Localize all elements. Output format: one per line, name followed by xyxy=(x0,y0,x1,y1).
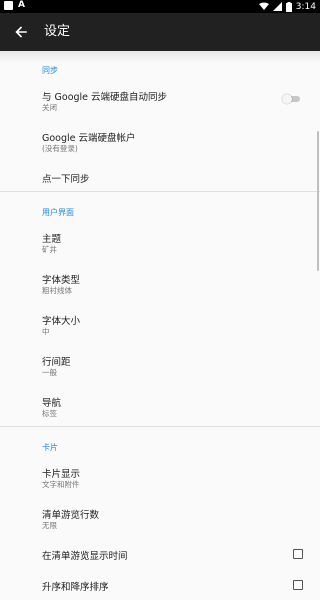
arrow-left-icon xyxy=(15,26,27,38)
sort-order-title: 升序和降序排序 xyxy=(42,582,109,593)
theme-item[interactable]: 主题 矿井 xyxy=(0,223,320,261)
drive-account-item[interactable]: Google 云端硬盘帐户 (没有登录) xyxy=(0,122,320,160)
auto-sync-item[interactable]: 与 Google 云端硬盘自动同步 关闭 xyxy=(0,81,320,119)
sync-now-title: 点一下同步 xyxy=(42,174,90,185)
navigation-summary: 标签 xyxy=(42,409,57,418)
section-header-ui: 用户界面 xyxy=(42,208,74,217)
page-title: 设定 xyxy=(44,24,71,39)
section-header-cards: 卡片 xyxy=(42,443,58,452)
font-size-title: 字体大小 xyxy=(42,316,81,327)
auto-sync-summary: 关闭 xyxy=(42,103,57,112)
drive-account-title: Google 云端硬盘帐户 xyxy=(42,133,136,144)
card-display-item[interactable]: 卡片显示 文字和附件 xyxy=(0,458,320,496)
a-icon: A xyxy=(18,0,25,10)
navigation-title: 导航 xyxy=(42,398,62,409)
sync-now-item[interactable]: 点一下同步 xyxy=(0,163,320,191)
list-rows-item[interactable]: 清单游览行数 无限 xyxy=(0,499,320,537)
status-time: 3:14 xyxy=(295,1,316,12)
show-time-checkbox[interactable] xyxy=(293,549,303,559)
list-rows-summary: 无限 xyxy=(42,521,57,530)
section-divider xyxy=(0,191,320,192)
font-size-summary: 中 xyxy=(42,327,50,336)
battery-icon xyxy=(285,1,292,12)
switch-thumb xyxy=(282,94,292,104)
section-header-sync: 同步 xyxy=(42,66,58,75)
show-time-item[interactable]: 在清单游览显示时间 xyxy=(0,540,320,568)
line-spacing-item[interactable]: 行间距 一般 xyxy=(0,346,320,384)
back-button[interactable] xyxy=(10,21,32,43)
auto-sync-switch[interactable] xyxy=(282,94,302,104)
drive-account-summary: (没有登录) xyxy=(42,144,78,153)
picture-icon xyxy=(4,1,13,10)
line-spacing-summary: 一般 xyxy=(42,368,57,377)
font-type-title: 字体类型 xyxy=(42,275,81,286)
font-type-summary: 粗衬线体 xyxy=(42,286,72,295)
sort-order-item[interactable]: 升序和降序排序 xyxy=(0,571,320,599)
status-bar: A 3:14 xyxy=(0,0,320,13)
sort-order-checkbox[interactable] xyxy=(293,580,303,590)
signal-icon xyxy=(272,2,282,11)
settings-list[interactable]: 同步 与 Google 云端硬盘自动同步 关闭 Google 云端硬盘帐户 (没… xyxy=(0,51,320,600)
wifi-icon xyxy=(258,2,269,10)
card-display-summary: 文字和附件 xyxy=(42,480,80,489)
app-bar: 设定 xyxy=(0,13,320,51)
list-rows-title: 清单游览行数 xyxy=(42,510,100,521)
line-spacing-title: 行间距 xyxy=(42,357,71,368)
auto-sync-title: 与 Google 云端硬盘自动同步 xyxy=(42,92,168,103)
scrollbar[interactable] xyxy=(317,131,319,271)
font-type-item[interactable]: 字体类型 粗衬线体 xyxy=(0,264,320,302)
card-display-title: 卡片显示 xyxy=(42,469,81,480)
navigation-item[interactable]: 导航 标签 xyxy=(0,387,320,425)
font-size-item[interactable]: 字体大小 中 xyxy=(0,305,320,343)
show-time-title: 在清单游览显示时间 xyxy=(42,551,128,562)
section-divider xyxy=(0,426,320,427)
theme-title: 主题 xyxy=(42,234,62,245)
theme-summary: 矿井 xyxy=(42,245,57,254)
app-bar-shadow xyxy=(0,51,320,63)
